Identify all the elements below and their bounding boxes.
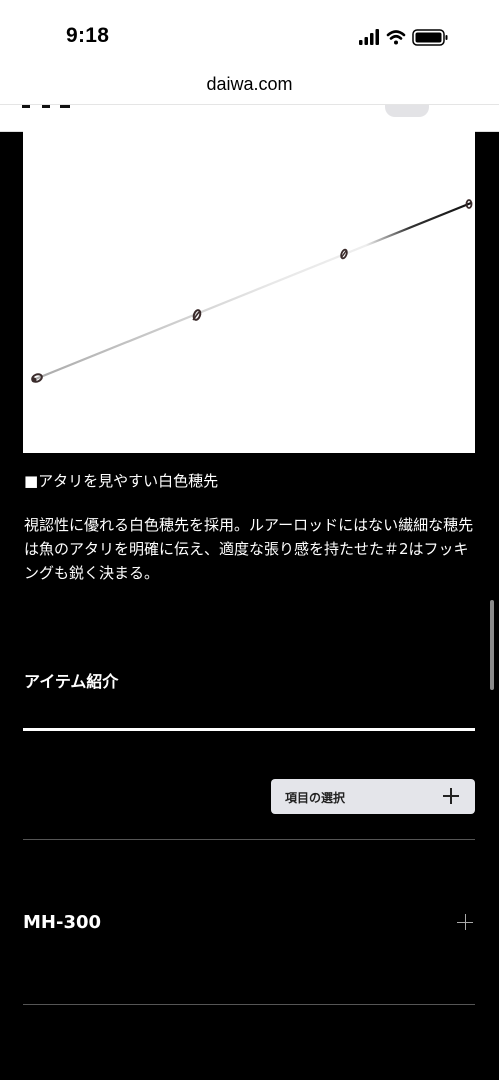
- battery-icon: [412, 29, 448, 46]
- heading-underline: [23, 728, 475, 731]
- scrollbar[interactable]: [490, 600, 494, 690]
- divider: [23, 1004, 475, 1005]
- product-description: 視認性に優れる白色穂先を採用。ルアーロッドにはない繊細な穂先は魚のアタリを明確に…: [24, 516, 474, 582]
- status-bar: 9:18: [0, 0, 499, 66]
- section-heading: アイテム紹介: [24, 672, 119, 691]
- header-button-fragment[interactable]: [385, 105, 429, 117]
- image-caption: ■アタリを見やすい白色穂先: [24, 472, 219, 490]
- item-select-label: 項目の選択: [285, 791, 346, 805]
- plus-icon: [443, 788, 459, 804]
- rod-guide-icon: [192, 309, 202, 321]
- status-time: 9:18: [66, 24, 110, 47]
- rod-tip-icon: [31, 199, 473, 383]
- cellular-signal-icon: [359, 29, 379, 45]
- url-text[interactable]: daiwa.com: [0, 74, 499, 95]
- plus-icon[interactable]: [457, 914, 473, 930]
- site-logo-fragment[interactable]: [22, 105, 72, 109]
- rod-guide-icon: [340, 248, 348, 260]
- accordion-item-mh-300[interactable]: MH-300: [23, 840, 475, 1004]
- site-header: [0, 104, 499, 132]
- accordion-item-label: MH-300: [23, 912, 102, 933]
- status-icons: [359, 29, 448, 46]
- wifi-icon: [386, 30, 406, 45]
- product-image: [23, 130, 475, 453]
- browser-url-bar[interactable]: daiwa.com: [0, 66, 499, 104]
- item-select-button[interactable]: 項目の選択: [271, 779, 475, 814]
